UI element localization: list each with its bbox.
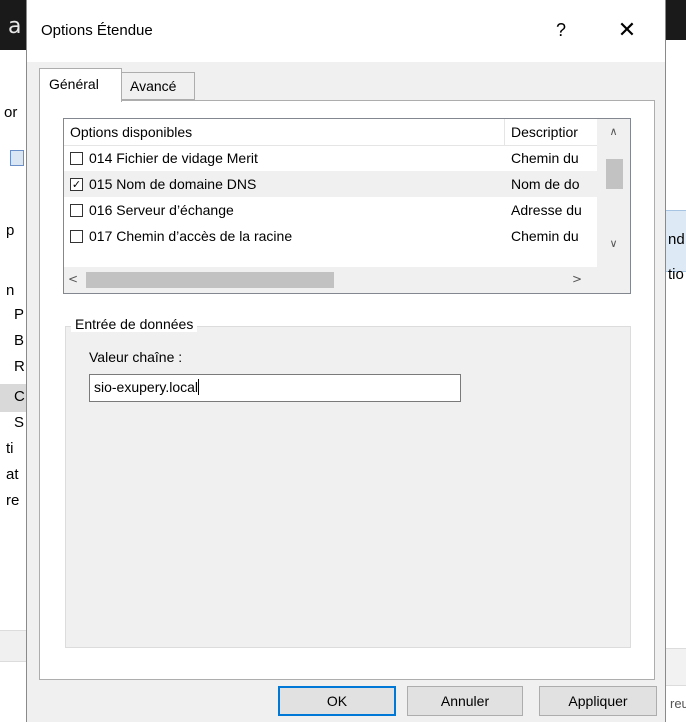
background-fragment: reu — [670, 696, 686, 711]
dialog-title: Options Étendue — [41, 22, 153, 39]
background-fragment: B — [14, 332, 25, 349]
chevron-right-icon[interactable]: > — [572, 272, 582, 286]
horizontal-scrollbar[interactable]: < > — [64, 267, 597, 293]
options-list[interactable]: Options disponibles Descriptior 014 Fich… — [63, 118, 631, 294]
option-description: Chemin du — [511, 150, 579, 166]
background-strip — [666, 648, 686, 686]
chevron-down-icon[interactable]: ∨ — [597, 237, 630, 253]
options-dialog: Options Étendue ? ✕ Général Avancé Optio… — [26, 0, 666, 722]
option-name-cell: ✓ 015 Nom de domaine DNS — [70, 171, 256, 197]
ok-button[interactable]: OK — [278, 686, 396, 716]
string-value-text: sio-exupery.local — [94, 379, 199, 395]
column-header-options[interactable]: Options disponibles — [64, 119, 505, 145]
list-item[interactable]: 017 Chemin d’accès de la racine Chemin d… — [64, 223, 597, 249]
background-fragment: or — [4, 104, 18, 121]
chevron-left-icon[interactable]: < — [68, 272, 78, 286]
background-titlebar: a — [0, 0, 26, 50]
apply-button[interactable]: Appliquer — [539, 686, 657, 716]
option-description: Chemin du — [511, 228, 579, 244]
background-fragment: C — [14, 388, 25, 405]
option-checkbox[interactable] — [70, 229, 83, 243]
background-fragment: re — [6, 492, 20, 509]
horizontal-scroll-thumb[interactable] — [86, 272, 334, 288]
vertical-scrollbar[interactable]: ∧ ∨ — [597, 119, 630, 267]
background-fragment: at — [6, 466, 19, 483]
string-value-label: Valeur chaîne : — [89, 349, 183, 365]
option-checkbox-checked[interactable]: ✓ — [70, 177, 83, 191]
list-item[interactable]: ✓ 015 Nom de domaine DNS Nom de do — [64, 171, 597, 197]
background-window-right: nd tio reu — [666, 0, 686, 722]
background-titlebar — [666, 0, 686, 40]
background-fragment: ti — [6, 440, 14, 457]
option-name: 017 Chemin d’accès de la racine — [89, 228, 293, 244]
background-fragment: R — [14, 358, 25, 375]
option-description: Adresse du — [511, 202, 582, 218]
background-fragment: p — [6, 222, 15, 239]
string-value-input[interactable]: sio-exupery.local — [89, 374, 461, 402]
option-name-cell: 014 Fichier de vidage Merit — [70, 145, 258, 171]
cancel-button[interactable]: Annuler — [407, 686, 523, 716]
option-name: 015 Nom de domaine DNS — [89, 176, 257, 192]
background-icon — [10, 150, 24, 166]
option-name: 016 Serveur d’échange — [89, 202, 234, 218]
list-header: Options disponibles Descriptior — [64, 119, 630, 146]
help-button[interactable]: ? — [543, 10, 579, 50]
background-window-left: a or p n P B R C S ti at re — [0, 0, 26, 722]
list-item[interactable]: 014 Fichier de vidage Merit Chemin du — [64, 145, 597, 171]
text-caret — [198, 379, 200, 395]
data-entry-legend: Entrée de données — [71, 316, 198, 332]
scrollbar-corner — [597, 267, 630, 293]
background-fragment: tio — [668, 266, 684, 283]
background-fragment: n — [6, 282, 15, 299]
option-description: Nom de do — [511, 176, 580, 192]
background-fragment: nd — [668, 231, 685, 248]
chevron-up-icon[interactable]: ∧ — [597, 125, 630, 141]
background-strip — [0, 630, 26, 662]
background-header: nd — [666, 210, 686, 272]
tab-general[interactable]: Général — [39, 68, 122, 102]
option-name-cell: 016 Serveur d’échange — [70, 197, 234, 223]
background-fragment: a — [8, 14, 22, 39]
background-fragment: P — [14, 306, 25, 323]
vertical-scroll-thumb[interactable] — [606, 159, 623, 189]
tab-avance[interactable]: Avancé — [122, 72, 195, 100]
option-checkbox[interactable] — [70, 151, 83, 165]
option-checkbox[interactable] — [70, 203, 83, 217]
close-button[interactable]: ✕ — [607, 10, 647, 50]
dialog-titlebar: Options Étendue ? ✕ — [27, 0, 665, 62]
background-fragment: S — [14, 414, 25, 431]
option-name: 014 Fichier de vidage Merit — [89, 150, 258, 166]
list-item[interactable]: 016 Serveur d’échange Adresse du — [64, 197, 597, 223]
option-name-cell: 017 Chemin d’accès de la racine — [70, 223, 292, 249]
column-header-description[interactable]: Descriptior — [505, 119, 597, 145]
